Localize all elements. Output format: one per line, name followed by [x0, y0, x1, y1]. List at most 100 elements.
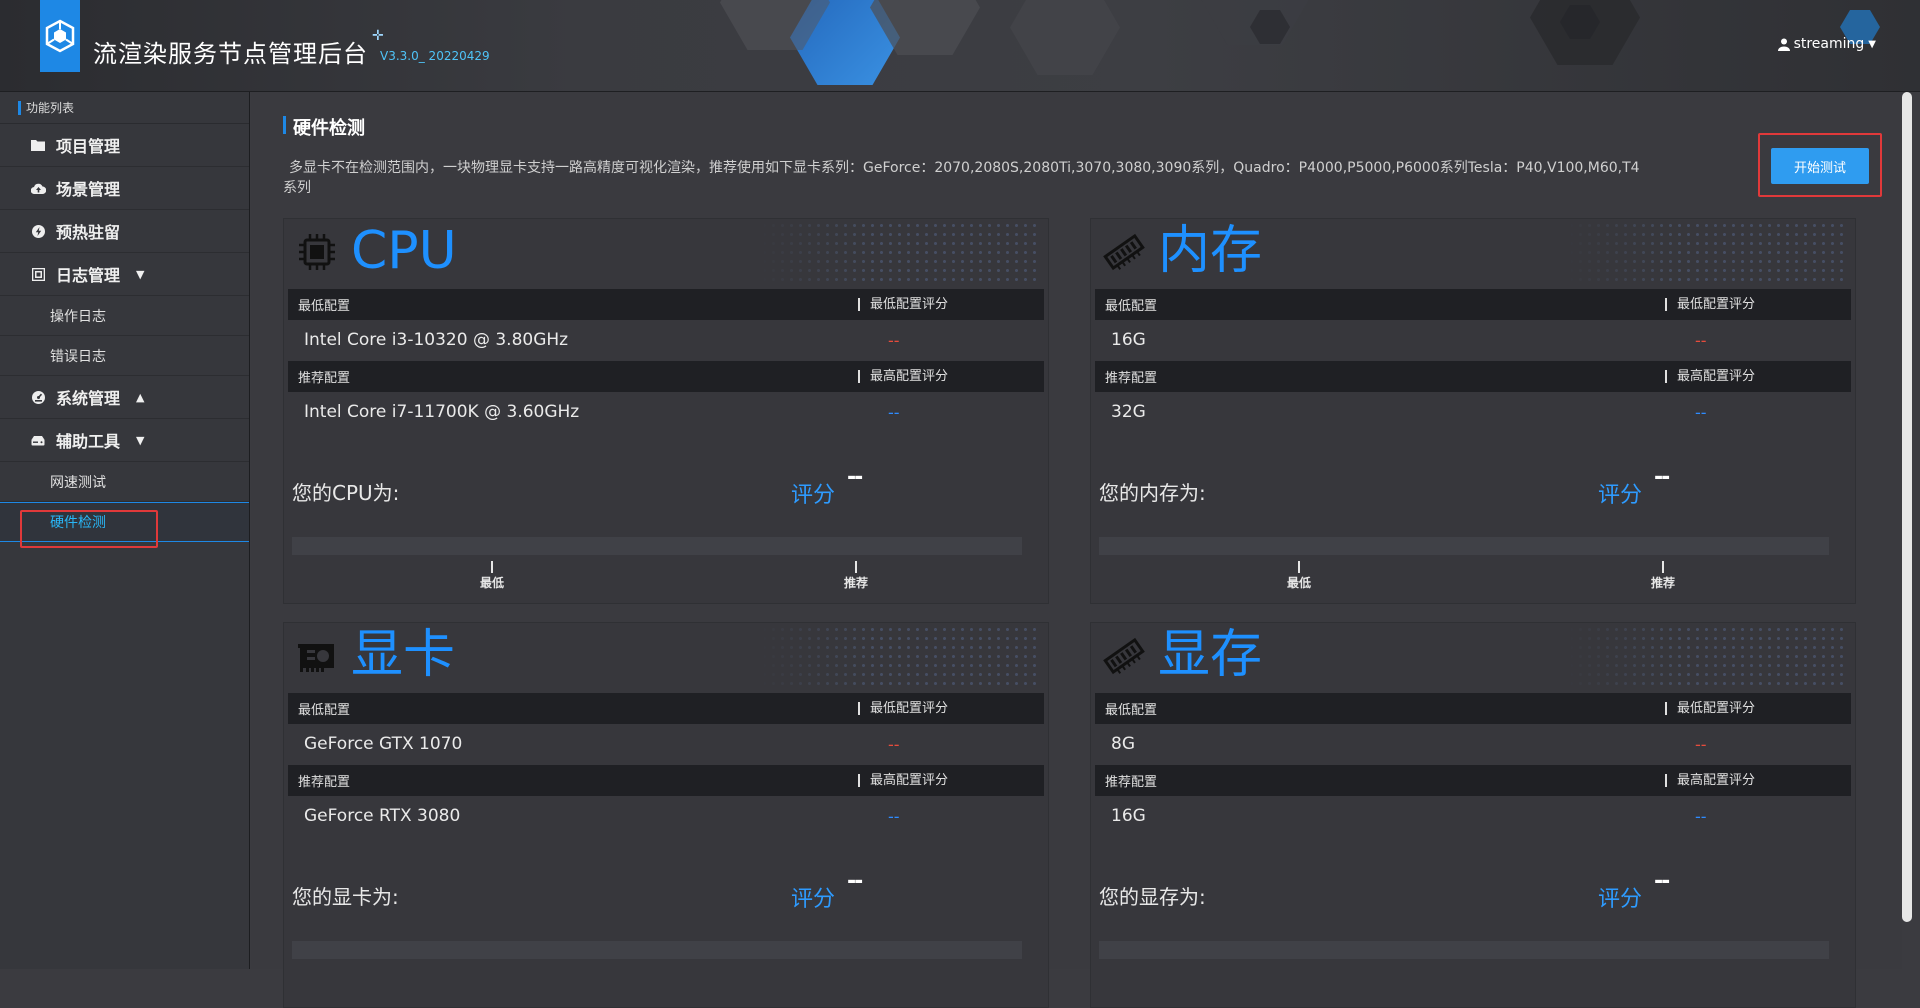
rec-config-header: 推荐配置	[298, 371, 351, 386]
vram-card: 显存 最低配置 最低配置评分 8G -- 推荐配置 最高配置评分 16G -- …	[1090, 622, 1856, 1008]
app-header: 流渲染服务节点管理后台 ✛ V3.3.0_ 20220429 streaming…	[0, 0, 1920, 92]
sidebar-item-label: 系统管理	[56, 389, 121, 408]
sidebar-item-preheat[interactable]: 预热驻留	[0, 210, 249, 253]
graphics-card-icon	[298, 644, 334, 672]
table-header: 最低配置 最低配置评分	[1095, 693, 1851, 724]
your-hardware-label: 您的显卡为:	[292, 885, 399, 909]
score-label: 评分	[791, 887, 836, 912]
card-title: 显卡	[351, 625, 456, 685]
sidebar-subitem-hardware-check[interactable]: 硬件检测	[0, 502, 249, 542]
sidebar-item-projects[interactable]: 项目管理	[0, 124, 249, 167]
cpu-card: CPU 最低配置 最低配置评分 Intel Core i3-10320 @ 3.…	[283, 218, 1049, 604]
sparkle-icon: ✛	[372, 28, 384, 44]
rec-config-header: 推荐配置	[1105, 371, 1158, 386]
min-config-header: 最低配置	[1105, 299, 1158, 314]
your-hardware-label: 您的CPU为:	[292, 481, 400, 505]
max-score-header: 最高配置评分	[858, 370, 948, 383]
user-name: streaming	[1793, 36, 1865, 52]
sidebar-item-label: 日志管理	[56, 266, 121, 285]
sidebar-item-scenes[interactable]: 场景管理	[0, 167, 249, 210]
rec-config-header: 推荐配置	[298, 775, 351, 790]
dashboard-icon	[30, 390, 46, 404]
score-value: --	[1654, 465, 1670, 490]
max-score-header: 最高配置评分	[858, 774, 948, 787]
page-title: 硬件检测	[283, 114, 365, 140]
table-header: 推荐配置 最高配置评分	[1095, 361, 1851, 392]
min-score-header: 最低配置评分	[1665, 298, 1755, 311]
min-config-value: Intel Core i3-10320 @ 3.80GHz	[304, 330, 569, 350]
rec-config-header: 推荐配置	[1105, 775, 1158, 790]
sidebar-subitem-speed-test[interactable]: 网速测试	[0, 462, 249, 502]
card-title: 显存	[1158, 625, 1263, 685]
decor-hex	[1010, 0, 1120, 75]
score-label: 评分	[1598, 887, 1643, 912]
main-content: 硬件检测 多显卡不在检测范围内，一块物理显卡支持一路高精度可视化渲染，推荐使用如…	[251, 92, 1902, 1008]
user-icon	[1777, 38, 1790, 51]
table-row: 32G --	[1095, 392, 1851, 432]
min-config-value: GeForce GTX 1070	[304, 734, 463, 754]
your-hardware-label: 您的显存为:	[1099, 885, 1206, 909]
sidebar-item-system[interactable]: 系统管理 ▲	[0, 376, 249, 419]
vertical-scrollbar[interactable]	[1902, 92, 1912, 922]
start-test-button[interactable]: 开始测试	[1771, 148, 1869, 184]
min-score-value: --	[1695, 330, 1707, 350]
sidebar-subitem-operation-log[interactable]: 操作日志	[0, 296, 249, 336]
memory-card: 内存 最低配置 最低配置评分 16G -- 推荐配置 最高配置评分 32G --…	[1090, 218, 1856, 604]
table-header: 最低配置 最低配置评分	[288, 289, 1044, 320]
min-score-header: 最低配置评分	[1665, 702, 1755, 715]
sidebar-heading: 功能列表	[0, 92, 249, 124]
rec-config-value: 32G	[1111, 402, 1146, 422]
sidebar-item-tools[interactable]: 辅助工具 ▼	[0, 419, 249, 462]
log-icon	[30, 267, 46, 281]
table-row: 16G --	[1095, 320, 1851, 360]
caret-down-icon: ▼	[136, 267, 145, 281]
rec-config-value: GeForce RTX 3080	[304, 806, 461, 826]
table-row: GeForce RTX 3080 --	[288, 796, 1044, 836]
app-title: 流渲染服务节点管理后台	[93, 40, 368, 68]
score-label: 评分	[791, 483, 836, 508]
max-score-value: --	[888, 806, 900, 826]
sidebar-item-label: 辅助工具	[56, 432, 121, 451]
user-menu[interactable]: streaming ▼	[1777, 36, 1876, 52]
sidebar-item-label: 预热驻留	[56, 223, 121, 242]
table-header: 推荐配置 最高配置评分	[288, 765, 1044, 796]
tick-min: 最低	[472, 561, 512, 591]
table-row: GeForce GTX 1070 --	[288, 724, 1044, 764]
page-description: 多显卡不在检测范围内，一块物理显卡支持一路高精度可视化渲染，推荐使用如下显卡系列…	[283, 160, 1640, 196]
max-score-header: 最高配置评分	[1665, 774, 1755, 787]
score-value: --	[847, 465, 863, 490]
your-hardware-label: 您的内存为:	[1099, 481, 1206, 505]
caret-down-icon: ▼	[136, 433, 145, 447]
app-version: V3.3.0_ 20220429	[380, 49, 490, 63]
min-config-header: 最低配置	[298, 703, 351, 718]
table-header: 推荐配置 最高配置评分	[288, 361, 1044, 392]
min-score-value: --	[888, 330, 900, 350]
score-label: 评分	[1598, 483, 1643, 508]
tool-icon	[30, 435, 46, 446]
tick-min: 最低	[1279, 561, 1319, 591]
table-row: 8G --	[1095, 724, 1851, 764]
dot-pattern	[1567, 625, 1847, 687]
min-score-value: --	[888, 734, 900, 754]
sidebar: 功能列表 项目管理 场景管理 预热驻留 日志管理 ▼ 操作日志 错误日志 系统管…	[0, 92, 250, 969]
min-score-header: 最低配置评分	[858, 702, 948, 715]
score-bar	[292, 941, 1022, 959]
sidebar-subitem-error-log[interactable]: 错误日志	[0, 336, 249, 376]
sidebar-item-logs[interactable]: 日志管理 ▼	[0, 253, 249, 296]
table-header: 最低配置 最低配置评分	[1095, 289, 1851, 320]
min-config-value: 16G	[1111, 330, 1146, 350]
app-logo	[40, 0, 80, 72]
table-row: 16G --	[1095, 796, 1851, 836]
tick-recommended: 推荐	[1643, 561, 1683, 591]
dot-pattern	[760, 625, 1040, 687]
rec-config-value: Intel Core i7-11700K @ 3.60GHz	[304, 402, 580, 422]
table-row: Intel Core i7-11700K @ 3.60GHz --	[288, 392, 1044, 432]
max-score-value: --	[888, 402, 900, 422]
table-header: 最低配置 最低配置评分	[288, 693, 1044, 724]
gpu-card: 显卡 最低配置 最低配置评分 GeForce GTX 1070 -- 推荐配置 …	[283, 622, 1049, 1008]
score-bar	[1099, 537, 1829, 555]
bolt-icon	[30, 224, 46, 238]
min-config-value: 8G	[1111, 734, 1135, 754]
min-config-header: 最低配置	[1105, 703, 1158, 718]
card-title: 内存	[1158, 221, 1263, 281]
